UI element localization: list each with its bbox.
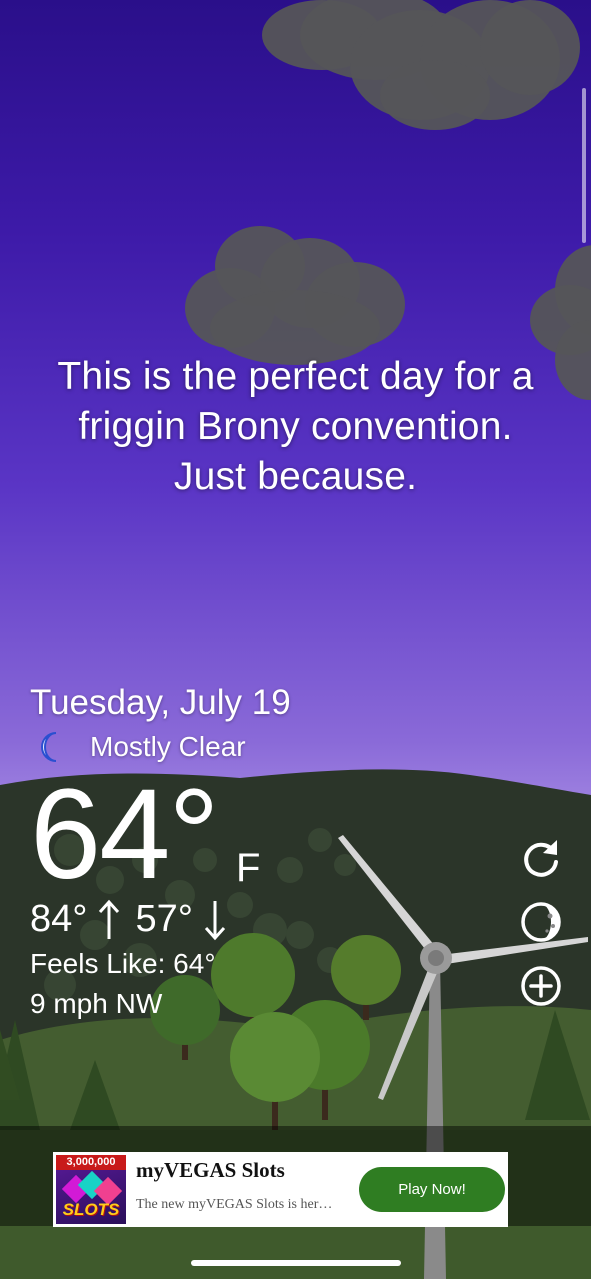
temperature-unit: F <box>236 846 261 890</box>
moon-phase-icon[interactable] <box>519 900 563 944</box>
ad-title[interactable]: myVEGAS Slots <box>136 1158 285 1183</box>
home-indicator[interactable] <box>191 1260 401 1266</box>
refresh-icon[interactable] <box>519 836 563 880</box>
high-temperature: 84° <box>30 898 88 940</box>
weather-scene <box>0 0 591 1279</box>
forecast-date: Tuesday, July 19 <box>30 683 291 722</box>
low-temperature: 57° <box>135 898 193 940</box>
current-temperature: 64° <box>30 763 220 906</box>
play-now-button[interactable]: Play Now! <box>359 1167 505 1212</box>
wind-info: 9 mph NW <box>30 988 163 1019</box>
crescent-moon-icon <box>41 732 57 762</box>
ad-description: The new myVEGAS Slots is her… <box>136 1197 333 1212</box>
arrow-up-icon <box>99 899 120 939</box>
condition-text: Mostly Clear <box>90 731 246 762</box>
weather-slogan: This is the perfect day for a friggin Br… <box>0 352 591 502</box>
high-low: 84° 57° <box>30 898 241 941</box>
add-location-icon[interactable] <box>519 964 563 1008</box>
slogan-line-3: Just because. <box>173 455 418 498</box>
slogan-line-1: This is the perfect day for a <box>57 355 534 398</box>
slots-app-icon[interactable]: 3,000,000 SLOTS <box>56 1155 126 1224</box>
landscape <box>0 769 591 1279</box>
slots-logo-text: SLOTS <box>62 1200 120 1219</box>
ad-badge: 3,000,000 <box>56 1155 126 1170</box>
feels-like: Feels Like: 64° <box>30 948 216 979</box>
scrollbar[interactable] <box>582 88 586 243</box>
arrow-down-icon <box>204 900 226 940</box>
condition-row: Mostly Clear <box>34 729 246 765</box>
banner-ad[interactable]: 3,000,000 SLOTS myVEGAS Slots The new my… <box>53 1152 508 1227</box>
slogan-line-2: friggin Brony convention. <box>78 405 513 448</box>
